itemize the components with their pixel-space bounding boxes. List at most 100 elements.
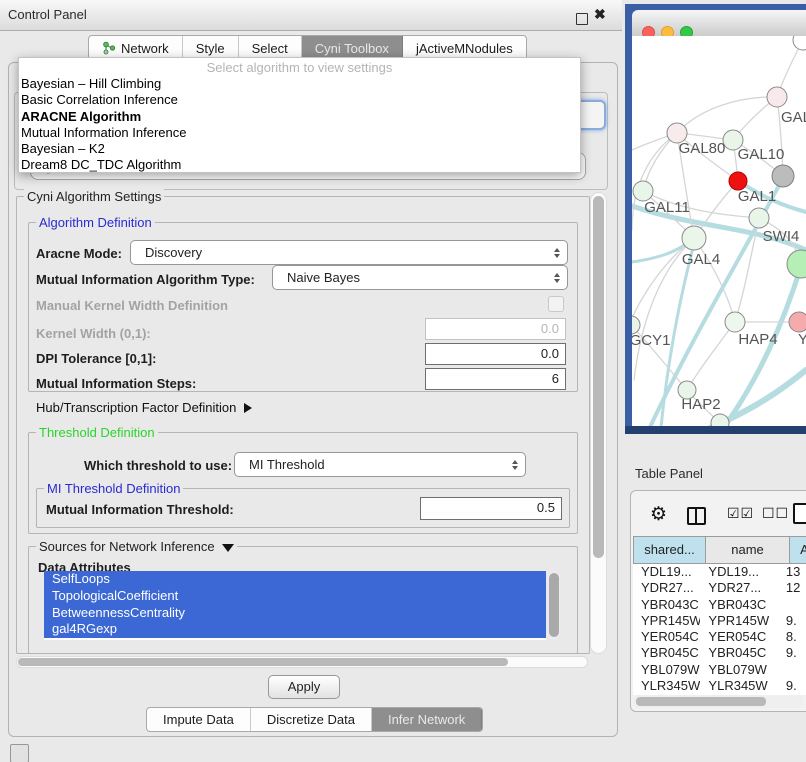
algorithm-option[interactable]: Dream8 DC_TDC Algorithm — [19, 157, 580, 173]
table-cell: 9. — [778, 678, 806, 694]
table-row[interactable]: YBR043CYBR043C — [633, 597, 806, 613]
table-cell: YLR345W — [633, 678, 700, 694]
manual-kernel-checkbox[interactable] — [548, 296, 564, 312]
attribute-item[interactable]: BetweennessCentrality — [44, 605, 546, 622]
aracne-mode-combobox[interactable]: Discovery — [130, 240, 568, 265]
table-cell: YDR27... — [700, 580, 777, 596]
column-header-shared...[interactable]: shared... — [633, 536, 706, 564]
table-header-row: shared...nameA — [633, 536, 806, 564]
network-node[interactable] — [711, 414, 729, 426]
tab-label: Network — [121, 41, 169, 56]
mi-threshold-field[interactable]: 0.5 — [420, 497, 562, 520]
network-node-label: GAL80 — [679, 140, 726, 157]
network-edge[interactable] — [687, 322, 735, 390]
dpi-tolerance-field[interactable]: 0.0 — [425, 343, 566, 365]
table-row[interactable]: YLR345WYLR345W9. — [633, 678, 806, 694]
network-node-label: HAP4 — [738, 331, 777, 348]
network-node-label: SWI4 — [763, 228, 800, 245]
tab-discretize-data[interactable]: Discretize Data — [251, 708, 372, 731]
kernel-width-field[interactable]: 0.0 — [425, 318, 566, 340]
settings-hscrollbar-thumb[interactable] — [18, 658, 508, 666]
which-threshold-label: Which threshold to use: — [84, 458, 232, 473]
new-table-icon[interactable] — [793, 503, 806, 524]
network-node-label: Y — [798, 331, 806, 348]
attribute-item[interactable]: SelfLoops — [44, 571, 546, 588]
algorithm-option[interactable]: ARACNE Algorithm — [19, 109, 580, 125]
gear-icon[interactable]: ⚙ — [650, 503, 667, 526]
tab-label: Cyni Toolbox — [315, 41, 389, 56]
hub-definition-expander[interactable]: Hub/Transcription Factor Definition — [36, 400, 252, 415]
table-row[interactable]: YER054CYER054C8. — [633, 629, 806, 645]
table-cell: YBL079W — [633, 662, 700, 678]
tab-label: jActiveMNodules — [416, 41, 513, 56]
close-icon[interactable]: ✖ — [594, 6, 606, 23]
table-row[interactable]: YDL19...YDL19...13 — [633, 564, 806, 580]
table-cell: YLR345W — [700, 678, 777, 694]
float-window-icon[interactable] — [576, 13, 588, 25]
table-row[interactable]: YPR145WYPR145W9. — [633, 613, 806, 629]
apply-button[interactable]: Apply — [268, 675, 340, 699]
tab-label: Infer Network — [388, 712, 465, 727]
select-all-icon[interactable]: ☑☑ — [727, 505, 754, 522]
aracne-mode-label: Aracne Mode: — [36, 246, 122, 261]
algorithm-list: Bayesian – Hill ClimbingBasic Correlatio… — [19, 76, 580, 174]
table-row[interactable]: YBL079WYBL079W — [633, 662, 806, 678]
column-header-A[interactable]: A — [790, 536, 806, 564]
algorithm-option[interactable]: Basic Correlation Inference — [19, 92, 580, 108]
attributes-scrollbar-thumb[interactable] — [549, 573, 559, 637]
tab-label: Impute Data — [163, 712, 234, 727]
sources-title-label: Sources for Network Inference — [39, 539, 215, 554]
network-node[interactable] — [682, 226, 706, 250]
network-node-label: GAL1 — [738, 188, 776, 205]
network-edge[interactable] — [677, 97, 777, 133]
sources-title[interactable]: Sources for Network Inference — [36, 539, 237, 554]
tab-impute-data[interactable]: Impute Data — [147, 708, 251, 731]
data-attributes-list: SelfLoopsTopologicalCoefficientBetweenne… — [44, 571, 546, 640]
attribute-item[interactable]: gal4RGexp — [44, 621, 546, 638]
table-cell: YDL19... — [700, 564, 777, 580]
algorithm-option[interactable]: Bayesian – K2 — [19, 141, 580, 157]
which-threshold-value: MI Threshold — [235, 457, 325, 472]
table-row[interactable]: YDR27...YDR27...12 — [633, 580, 806, 596]
which-threshold-combobox[interactable]: MI Threshold — [234, 452, 526, 477]
mi-threshold-title: MI Threshold Definition — [44, 481, 183, 496]
collapse-down-icon — [222, 544, 234, 552]
network-window-titlebar[interactable] — [632, 10, 806, 37]
table-cell: 12 — [778, 580, 806, 596]
column-header-name[interactable]: name — [706, 536, 790, 564]
tab-label: Style — [196, 41, 225, 56]
table-row[interactable]: YBR045CYBR045C9. — [633, 645, 806, 661]
algorithm-option[interactable]: Bayesian – Hill Climbing — [19, 76, 580, 92]
algorithm-option[interactable]: Mutual Information Inference — [19, 125, 580, 141]
network-node[interactable] — [633, 181, 653, 201]
combo-arrows-icon — [554, 248, 560, 258]
attribute-item[interactable]: TopologicalCoefficient — [44, 588, 546, 605]
network-graph: GAL7GAL80GAL10GAL1GAL11SWI4GAL4GCY1HAP4Y… — [632, 36, 806, 426]
network-node[interactable] — [767, 87, 787, 107]
network-node[interactable] — [787, 250, 806, 278]
network-canvas[interactable]: GAL7GAL80GAL10GAL1GAL11SWI4GAL4GCY1HAP4Y… — [632, 36, 806, 426]
kernel-width-label: Kernel Width (0,1): — [36, 326, 151, 341]
deselect-all-icon[interactable]: ☐☐ — [762, 505, 789, 522]
aracne-mode-value: Discovery — [131, 245, 202, 260]
table-hscrollbar-thumb[interactable] — [636, 697, 766, 706]
mi-steps-field[interactable]: 6 — [425, 368, 566, 390]
settings-vscrollbar-thumb[interactable] — [593, 196, 604, 558]
network-node-label: GCY1 — [632, 332, 670, 349]
mi-type-label: Mutual Information Algorithm Type: — [36, 272, 255, 287]
table-cell: YBR045C — [633, 645, 700, 661]
minimized-panel-icon[interactable] — [10, 744, 29, 762]
table-cell: YBR043C — [633, 597, 700, 613]
network-node[interactable] — [749, 208, 769, 228]
network-node-label: GAL11 — [644, 199, 690, 216]
tab-label: Discretize Data — [267, 712, 355, 727]
network-node[interactable] — [789, 312, 806, 332]
mi-type-combobox[interactable]: Naive Bayes — [272, 265, 568, 290]
network-node[interactable] — [793, 36, 806, 50]
network-node[interactable] — [725, 312, 745, 332]
tab-infer-network[interactable]: Infer Network — [372, 708, 482, 731]
network-node[interactable] — [772, 165, 794, 187]
table-cell — [778, 662, 806, 678]
control-panel-title: Control Panel — [8, 7, 87, 22]
columns-icon[interactable] — [687, 507, 706, 525]
